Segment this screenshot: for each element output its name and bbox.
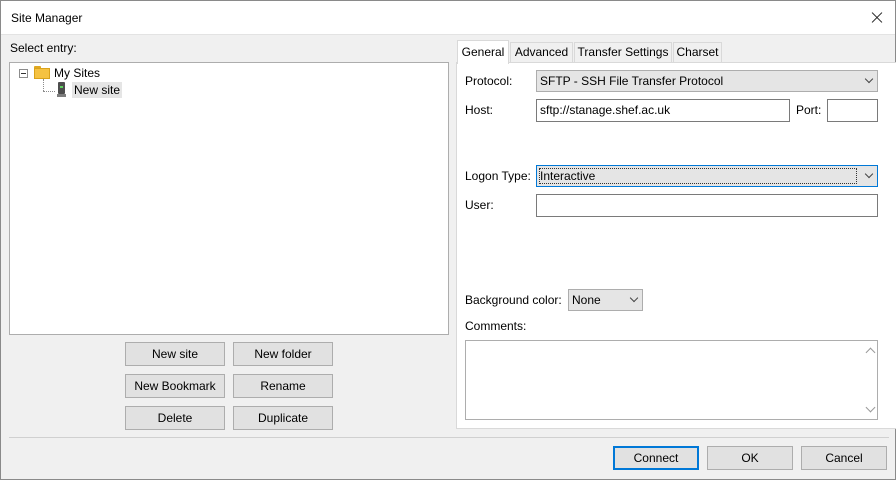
logon-type-label: Logon Type: — [465, 169, 531, 183]
protocol-select[interactable]: SFTP - SSH File Transfer Protocol — [536, 70, 878, 92]
tree-connector — [43, 91, 55, 92]
port-input[interactable] — [827, 99, 878, 122]
logon-type-select[interactable]: Interactive — [536, 165, 878, 187]
comments-textarea[interactable] — [465, 340, 878, 420]
user-input[interactable] — [536, 194, 878, 217]
ok-button[interactable]: OK — [707, 446, 793, 470]
background-color-select[interactable]: None — [568, 289, 643, 311]
site-server-icon — [57, 82, 66, 97]
user-label: User: — [465, 198, 494, 212]
host-label: Host: — [465, 103, 494, 117]
select-entry-label: Select entry: — [10, 41, 77, 55]
tab-charset[interactable]: Charset — [673, 42, 722, 63]
window-title: Site Manager — [11, 11, 83, 25]
footer-divider — [9, 437, 889, 438]
delete-button[interactable]: Delete — [125, 406, 225, 430]
comments-label: Comments: — [465, 319, 527, 333]
duplicate-button[interactable]: Duplicate — [233, 406, 333, 430]
background-color-value: None — [572, 293, 601, 307]
connect-button[interactable]: Connect — [613, 446, 699, 470]
new-site-button[interactable]: New site — [125, 342, 225, 366]
title-bar: Site Manager — [1, 1, 895, 35]
host-input[interactable]: sftp://stanage.shef.ac.uk — [536, 99, 790, 122]
tab-transfer-settings[interactable]: Transfer Settings — [574, 42, 672, 63]
close-icon[interactable] — [859, 1, 895, 35]
folder-icon — [34, 66, 50, 79]
protocol-label: Protocol: — [465, 74, 513, 88]
tree-item-my-sites[interactable]: My Sites — [54, 66, 100, 80]
port-label: Port: — [796, 103, 822, 117]
tree-collapse-icon[interactable] — [19, 69, 28, 78]
chevron-down-icon — [629, 293, 639, 303]
tree-item-new-site[interactable]: New site — [72, 82, 123, 98]
new-folder-button[interactable]: New folder — [233, 342, 333, 366]
tab-general[interactable]: General — [457, 40, 509, 64]
tab-advanced[interactable]: Advanced — [510, 42, 573, 63]
protocol-value: SFTP - SSH File Transfer Protocol — [540, 74, 724, 88]
chevron-down-icon — [864, 74, 874, 84]
section-divider — [465, 281, 878, 282]
scroll-down-icon[interactable] — [865, 402, 876, 413]
site-tree[interactable]: My Sites New site — [9, 62, 449, 335]
site-manager-window: Site Manager Select entry: My Sites New … — [0, 0, 896, 480]
scroll-up-icon[interactable] — [865, 347, 876, 358]
new-bookmark-button[interactable]: New Bookmark — [125, 374, 225, 398]
cancel-button[interactable]: Cancel — [801, 446, 887, 470]
background-color-label: Background color: — [465, 293, 562, 307]
rename-button[interactable]: Rename — [233, 374, 333, 398]
tree-connector — [43, 79, 44, 91]
section-divider — [465, 156, 878, 157]
chevron-down-icon — [864, 169, 874, 179]
